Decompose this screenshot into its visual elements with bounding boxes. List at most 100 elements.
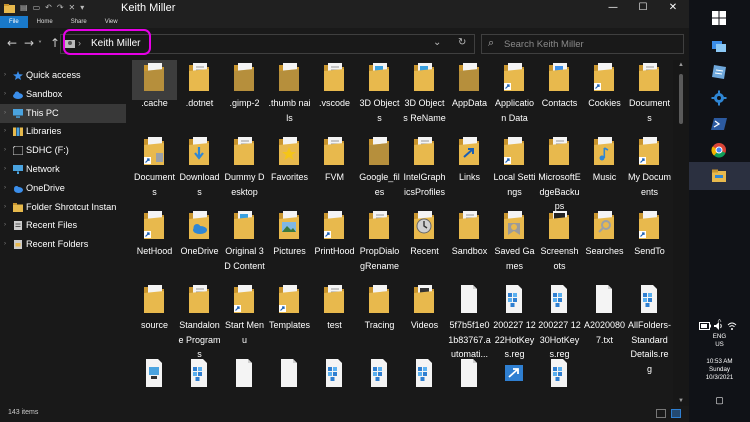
taskbar-file-explorer-button[interactable] xyxy=(689,162,750,190)
file-item-sandbox[interactable]: Sandbox xyxy=(447,208,492,259)
expand-chevron-icon[interactable]: › xyxy=(4,216,6,235)
file-item-fvm[interactable]: FVM xyxy=(312,134,357,185)
file-item-original-3d-content[interactable]: Original 3D Content xyxy=(222,208,267,273)
undo-icon[interactable]: ↶ xyxy=(45,0,52,16)
file-item-links[interactable]: Links xyxy=(447,134,492,185)
nav-item-recent-folders[interactable]: › Recent Folders xyxy=(0,235,126,254)
file-item-item-52[interactable] xyxy=(312,356,357,392)
taskbar-powershell-button[interactable] xyxy=(689,110,750,138)
file-item-contacts[interactable]: Contacts xyxy=(537,60,582,111)
nav-item-quick-access[interactable]: › Quick access xyxy=(0,66,126,85)
file-item-intelgraphicsprofiles[interactable]: IntelGraphicsProfiles xyxy=(402,134,447,199)
file-item-favorites[interactable]: Favorites xyxy=(267,134,312,185)
clock-time[interactable]: 10:53 AM xyxy=(689,358,750,366)
maximize-button[interactable]: ☐ xyxy=(628,0,658,16)
scroll-thumb[interactable] xyxy=(679,74,683,124)
expand-chevron-icon[interactable]: › xyxy=(4,141,6,160)
expand-chevron-icon[interactable]: › xyxy=(4,122,6,141)
expand-chevron-icon[interactable]: › xyxy=(4,235,6,254)
volume-icon[interactable] xyxy=(714,322,724,330)
file-item-onedrive[interactable]: OneDrive xyxy=(177,208,222,259)
tab-file[interactable]: File xyxy=(0,16,28,28)
taskbar-task-view-button[interactable] xyxy=(689,32,750,60)
input-region[interactable]: US xyxy=(689,341,750,349)
file-item-searches[interactable]: Searches xyxy=(582,208,627,259)
nav-item-recent-files[interactable]: › Recent Files xyxy=(0,216,126,235)
nav-item-this-pc[interactable]: › This PC xyxy=(0,103,126,123)
file-item-item-57[interactable] xyxy=(537,356,582,392)
file-item-item-53[interactable] xyxy=(357,356,402,392)
scroll-down-arrow[interactable]: ▼ xyxy=(678,398,684,404)
taskbar-windows-start-button[interactable] xyxy=(689,4,750,32)
file-item-documents[interactable]: Documents xyxy=(132,134,177,199)
nav-item-folder-shrotcut-instan[interactable]: › Folder Shrotcut Instan xyxy=(0,198,126,217)
expand-chevron-icon[interactable]: › xyxy=(4,198,6,217)
input-language[interactable]: ENG xyxy=(689,333,750,341)
file-item-item-55[interactable] xyxy=(447,356,492,392)
refresh-button[interactable]: ↻ xyxy=(458,37,466,48)
notification-center-icon[interactable]: ▢ xyxy=(689,396,750,405)
forward-button[interactable]: → xyxy=(24,35,34,51)
properties-icon[interactable]: ▤ xyxy=(20,0,28,16)
file-item-appdata[interactable]: AppData xyxy=(447,60,492,111)
expand-chevron-icon[interactable]: › xyxy=(4,66,6,85)
file-item-my-documents[interactable]: My Documents xyxy=(627,134,672,199)
file-item-item-49[interactable] xyxy=(177,356,222,392)
file-item-saved-games[interactable]: Saved Games xyxy=(492,208,537,273)
file-item-test[interactable]: test xyxy=(312,282,357,333)
tab-view[interactable]: View xyxy=(96,16,127,28)
file-item-standalone-programs[interactable]: Standalone Programs xyxy=(177,282,222,362)
details-view-icon[interactable] xyxy=(656,409,666,418)
search-input[interactable] xyxy=(504,37,679,51)
wifi-icon[interactable] xyxy=(727,322,737,330)
close-button[interactable]: ✕ xyxy=(658,0,688,16)
file-item-3d-objects[interactable]: 3D Objects xyxy=(357,60,402,125)
file-item-item-56[interactable] xyxy=(492,356,537,392)
file-item-tracing[interactable]: Tracing xyxy=(357,282,402,333)
expand-chevron-icon[interactable]: › xyxy=(4,160,6,179)
search-box[interactable]: ⌕ xyxy=(481,34,684,54)
delete-icon[interactable]: ✕ xyxy=(69,0,76,16)
nav-item-network[interactable]: › Network xyxy=(0,160,126,179)
file-item-local-settings[interactable]: Local Settings xyxy=(492,134,537,199)
file-item-google-files[interactable]: Google_files xyxy=(357,134,402,199)
file-item-item-51[interactable] xyxy=(267,356,312,392)
clock-day[interactable]: Sunday xyxy=(689,366,750,374)
new-folder-icon[interactable]: ▭ xyxy=(33,0,41,16)
nav-item-sandbox[interactable]: › Sandbox xyxy=(0,85,126,104)
file-item-printhood[interactable]: PrintHood xyxy=(312,208,357,259)
minimize-button[interactable]: — xyxy=(598,0,628,16)
file-item-recent[interactable]: Recent xyxy=(402,208,447,259)
tab-share[interactable]: Share xyxy=(62,16,96,28)
file-item-sendto[interactable]: SendTo xyxy=(627,208,672,259)
file-item-item-50[interactable] xyxy=(222,356,267,392)
file-item-cookies[interactable]: Cookies xyxy=(582,60,627,111)
file-item-gimp-2[interactable]: .gimp-2 xyxy=(222,60,267,111)
scroll-up-arrow[interactable]: ▲ xyxy=(678,62,684,68)
file-item-documents[interactable]: Documents xyxy=(627,60,672,125)
vertical-scrollbar[interactable]: ▲ ▼ xyxy=(673,60,689,406)
file-item-start-menu[interactable]: Start Menu xyxy=(222,282,267,347)
expand-chevron-icon[interactable]: › xyxy=(4,104,6,123)
nav-item-onedrive[interactable]: › OneDrive xyxy=(0,179,126,198)
expand-chevron-icon[interactable]: › xyxy=(4,85,6,104)
file-item-propdialogrename[interactable]: PropDialogRename xyxy=(357,208,402,273)
file-item-item-54[interactable] xyxy=(402,356,447,392)
file-item-music[interactable]: Music xyxy=(582,134,627,185)
file-item-pictures[interactable]: Pictures xyxy=(267,208,312,259)
file-item-microsoftedgebackups[interactable]: MicrosoftEdgeBackups xyxy=(537,134,582,214)
back-button[interactable]: ← xyxy=(7,35,17,51)
file-item-3d-objects-rename[interactable]: 3D Objects ReName xyxy=(402,60,447,125)
file-item-source[interactable]: source xyxy=(132,282,177,333)
large-icons-view-icon[interactable] xyxy=(671,409,681,418)
taskbar-notepad-button[interactable] xyxy=(689,58,750,86)
file-item-templates[interactable]: Templates xyxy=(267,282,312,333)
file-item-a20200807-txt[interactable]: A20200807.txt xyxy=(582,282,627,347)
clock-date[interactable]: 10/3/2021 xyxy=(689,374,750,382)
file-item-200227-1222hotkeys-reg[interactable]: 200227 1222HotKeys.reg xyxy=(492,282,537,362)
nav-item-libraries[interactable]: › Libraries xyxy=(0,122,126,141)
file-item-5f7b5f1e01b83767-automati[interactable]: 5f7b5f1e01b83767.automati... xyxy=(447,282,492,362)
tab-home[interactable]: Home xyxy=(28,16,62,28)
file-item-videos[interactable]: Videos xyxy=(402,282,447,333)
battery-icon[interactable] xyxy=(699,322,711,330)
